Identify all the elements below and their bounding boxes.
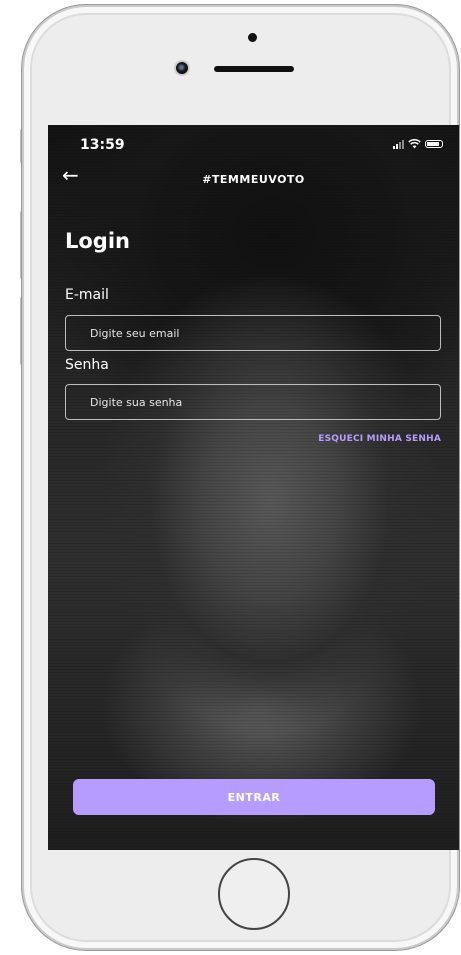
forgot-password-link[interactable]: ESQUECI MINHA SENHA [318,434,441,444]
proximity-sensor [248,33,257,42]
front-camera-icon [174,60,190,76]
app-screen: 13:59 ← #TEMMEUVOTO Login E-mail Senha E… [48,125,459,850]
password-label: Senha [65,357,109,373]
page-title: Login [65,229,130,253]
status-icons [393,139,443,149]
status-time: 13:59 [80,137,125,153]
wifi-icon [408,139,421,149]
signal-icon [393,139,404,149]
password-input[interactable] [65,384,441,420]
email-input[interactable] [65,315,441,351]
battery-icon [425,140,443,148]
app-title: #TEMMEUVOTO [202,173,305,186]
email-label: E-mail [65,287,109,303]
earpiece-speaker [214,66,294,72]
login-submit-button[interactable]: ENTRAR [73,779,435,815]
home-button [218,858,290,930]
